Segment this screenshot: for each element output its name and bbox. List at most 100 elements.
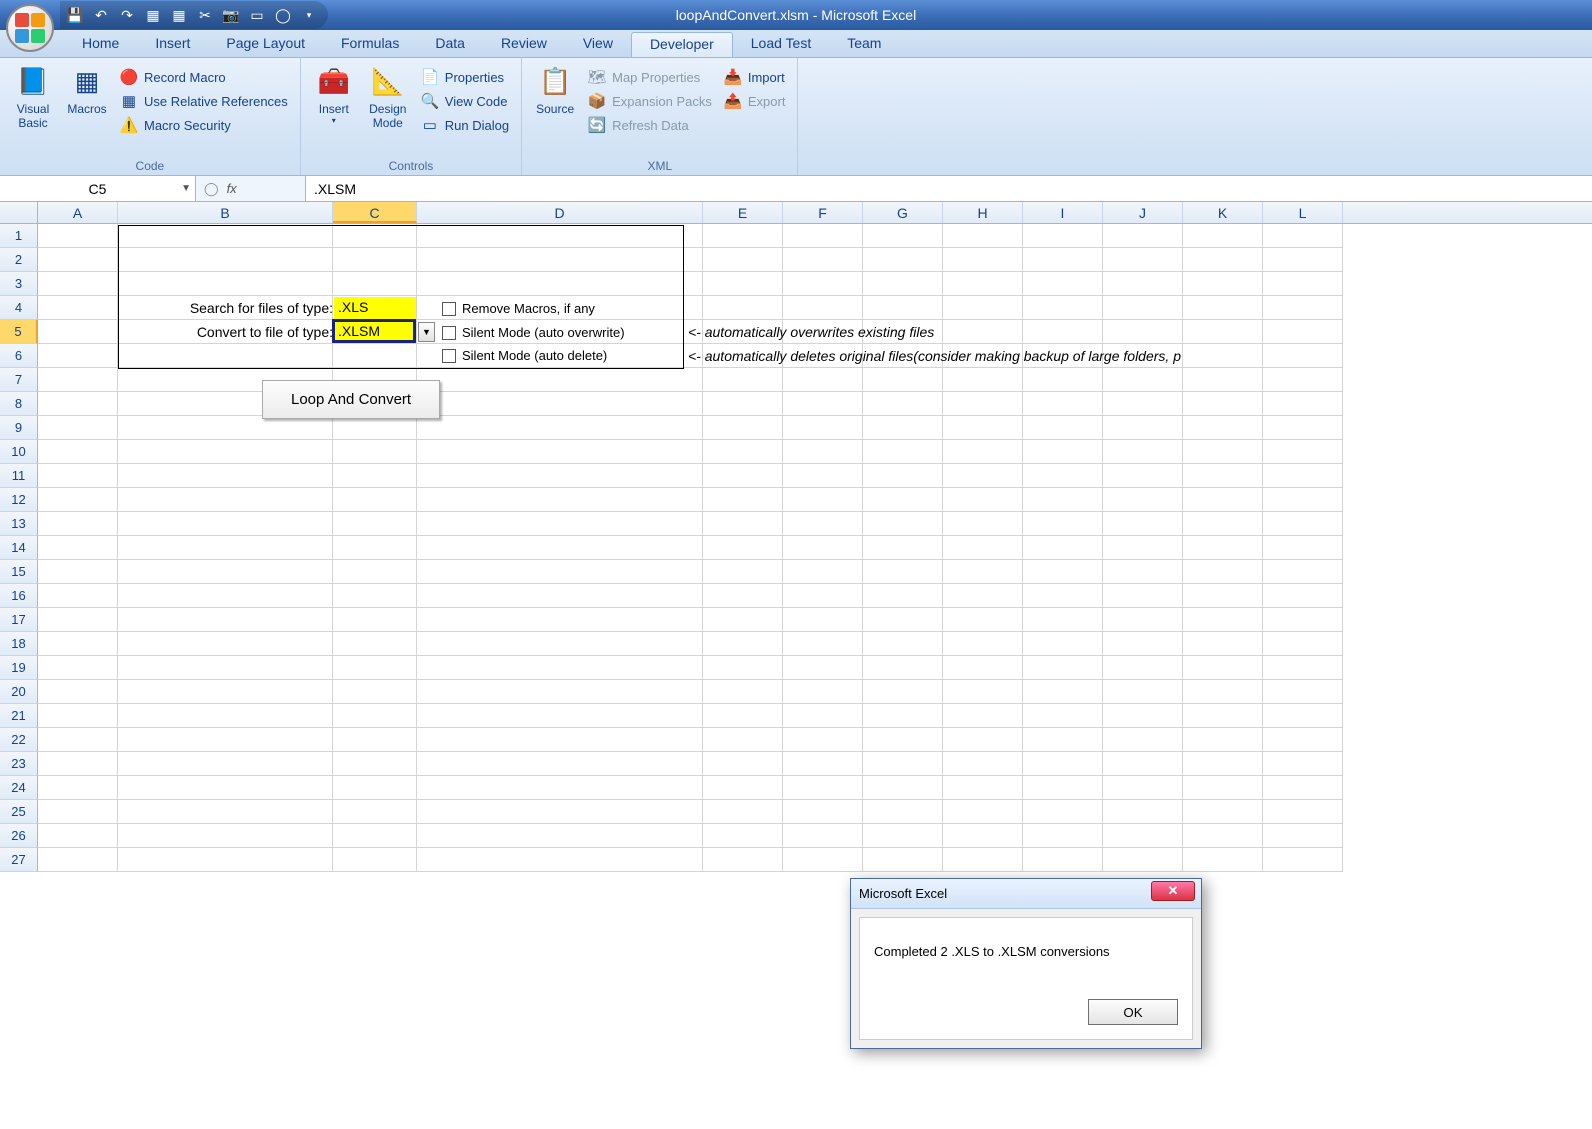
- cell-A12[interactable]: [38, 488, 118, 512]
- cell-G17[interactable]: [863, 608, 943, 632]
- cell-L12[interactable]: [1263, 488, 1343, 512]
- cell-G21[interactable]: [863, 704, 943, 728]
- cell-D21[interactable]: [417, 704, 703, 728]
- cell-H5[interactable]: [943, 320, 1023, 344]
- cell-D23[interactable]: [417, 752, 703, 776]
- cell-A20[interactable]: [38, 680, 118, 704]
- tab-home[interactable]: Home: [64, 30, 137, 57]
- col-header-F[interactable]: F: [783, 202, 863, 223]
- cell-H13[interactable]: [943, 512, 1023, 536]
- cell-K27[interactable]: [1183, 848, 1263, 872]
- cell-A4[interactable]: [38, 296, 118, 320]
- cell-K22[interactable]: [1183, 728, 1263, 752]
- cell-B15[interactable]: [118, 560, 333, 584]
- row-header-13[interactable]: 13: [0, 512, 38, 536]
- cell-L26[interactable]: [1263, 824, 1343, 848]
- cell-I11[interactable]: [1023, 464, 1103, 488]
- cell-J10[interactable]: [1103, 440, 1183, 464]
- cell-A8[interactable]: [38, 392, 118, 416]
- cell-E2[interactable]: [703, 248, 783, 272]
- cell-L27[interactable]: [1263, 848, 1343, 872]
- cell-K1[interactable]: [1183, 224, 1263, 248]
- cell-C9[interactable]: [333, 416, 417, 440]
- cell-D1[interactable]: [417, 224, 703, 248]
- cell-C23[interactable]: [333, 752, 417, 776]
- tab-review[interactable]: Review: [483, 30, 565, 57]
- cell-I2[interactable]: [1023, 248, 1103, 272]
- view-code-button[interactable]: 🔍 View Code: [417, 90, 513, 112]
- cell-H10[interactable]: [943, 440, 1023, 464]
- col-header-E[interactable]: E: [703, 202, 783, 223]
- cell-H3[interactable]: [943, 272, 1023, 296]
- cell-B13[interactable]: [118, 512, 333, 536]
- cell-D27[interactable]: [417, 848, 703, 872]
- cell-K14[interactable]: [1183, 536, 1263, 560]
- cell-K13[interactable]: [1183, 512, 1263, 536]
- dialog-titlebar[interactable]: Microsoft Excel ✕: [851, 879, 1201, 909]
- cell-H9[interactable]: [943, 416, 1023, 440]
- cell-H17[interactable]: [943, 608, 1023, 632]
- cell-B14[interactable]: [118, 536, 333, 560]
- cell-G10[interactable]: [863, 440, 943, 464]
- cell-F2[interactable]: [783, 248, 863, 272]
- row-header-7[interactable]: 7: [0, 368, 38, 392]
- cell-G9[interactable]: [863, 416, 943, 440]
- cell-J13[interactable]: [1103, 512, 1183, 536]
- cell-F9[interactable]: [783, 416, 863, 440]
- row-header-19[interactable]: 19: [0, 656, 38, 680]
- cell-J15[interactable]: [1103, 560, 1183, 584]
- cell-B12[interactable]: [118, 488, 333, 512]
- cell-A24[interactable]: [38, 776, 118, 800]
- cell-C14[interactable]: [333, 536, 417, 560]
- cell-G12[interactable]: [863, 488, 943, 512]
- cell-B23[interactable]: [118, 752, 333, 776]
- cell-K9[interactable]: [1183, 416, 1263, 440]
- cell-B20[interactable]: [118, 680, 333, 704]
- redo-icon[interactable]: ↷: [118, 6, 136, 24]
- cell-A1[interactable]: [38, 224, 118, 248]
- cell-L9[interactable]: [1263, 416, 1343, 440]
- cell-F27[interactable]: [783, 848, 863, 872]
- cell-I18[interactable]: [1023, 632, 1103, 656]
- cell-J23[interactable]: [1103, 752, 1183, 776]
- cell-D2[interactable]: [417, 248, 703, 272]
- cell-I9[interactable]: [1023, 416, 1103, 440]
- cell-D3[interactable]: [417, 272, 703, 296]
- cell-K8[interactable]: [1183, 392, 1263, 416]
- row-header-8[interactable]: 8: [0, 392, 38, 416]
- cell-B26[interactable]: [118, 824, 333, 848]
- cell-B17[interactable]: [118, 608, 333, 632]
- cell-K3[interactable]: [1183, 272, 1263, 296]
- cell-I25[interactable]: [1023, 800, 1103, 824]
- cell-F15[interactable]: [783, 560, 863, 584]
- cell-H20[interactable]: [943, 680, 1023, 704]
- new-doc-icon[interactable]: ▭: [248, 6, 266, 24]
- cell-B27[interactable]: [118, 848, 333, 872]
- row-header-14[interactable]: 14: [0, 536, 38, 560]
- cell-D15[interactable]: [417, 560, 703, 584]
- cell-E9[interactable]: [703, 416, 783, 440]
- row-header-10[interactable]: 10: [0, 440, 38, 464]
- col-header-K[interactable]: K: [1183, 202, 1263, 223]
- cell-B6[interactable]: [118, 344, 333, 368]
- convert-type-value[interactable]: .XLSM: [332, 319, 416, 343]
- cell-F17[interactable]: [783, 608, 863, 632]
- cell-K20[interactable]: [1183, 680, 1263, 704]
- cell-A22[interactable]: [38, 728, 118, 752]
- cell-E25[interactable]: [703, 800, 783, 824]
- cell-I17[interactable]: [1023, 608, 1103, 632]
- cell-L23[interactable]: [1263, 752, 1343, 776]
- row-header-20[interactable]: 20: [0, 680, 38, 704]
- cell-C18[interactable]: [333, 632, 417, 656]
- cell-G11[interactable]: [863, 464, 943, 488]
- cell-L19[interactable]: [1263, 656, 1343, 680]
- cell-C15[interactable]: [333, 560, 417, 584]
- cell-A17[interactable]: [38, 608, 118, 632]
- cell-I8[interactable]: [1023, 392, 1103, 416]
- cell-J7[interactable]: [1103, 368, 1183, 392]
- cell-B2[interactable]: [118, 248, 333, 272]
- col-header-A[interactable]: A: [38, 202, 118, 223]
- cell-E10[interactable]: [703, 440, 783, 464]
- cell-E27[interactable]: [703, 848, 783, 872]
- cell-H7[interactable]: [943, 368, 1023, 392]
